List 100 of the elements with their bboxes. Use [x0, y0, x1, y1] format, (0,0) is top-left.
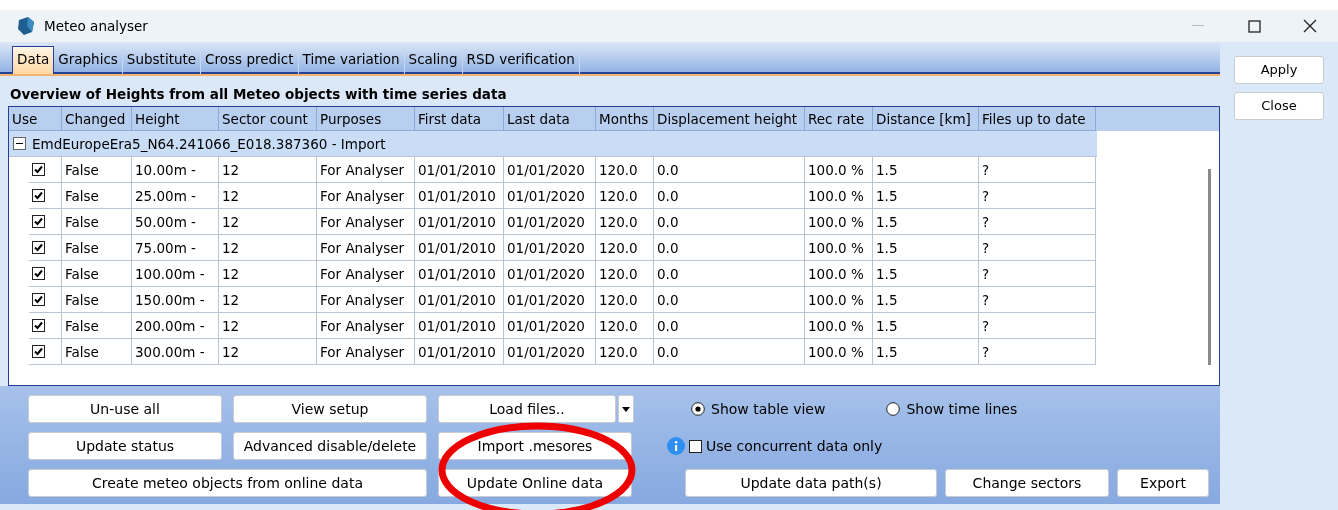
action-button[interactable]: Create meteo objects from online data	[28, 469, 427, 498]
checkbox[interactable]	[689, 439, 702, 453]
table-cell: 100.0 %	[805, 339, 873, 366]
table-cell: 01/01/2020	[504, 157, 596, 184]
table-cell: 75.00m -	[132, 235, 219, 262]
table-cell: For Analyser	[317, 157, 415, 184]
table-cell: 01/01/2010	[415, 313, 504, 340]
checkbox[interactable]	[32, 163, 45, 177]
table-cell: For Analyser	[317, 339, 415, 366]
radio-button[interactable]	[691, 402, 705, 417]
table-cell: 200.00m -	[132, 313, 219, 340]
table-cell: 01/01/2010	[415, 209, 504, 236]
app-logo-icon	[16, 16, 36, 36]
table-cell: 12	[219, 313, 317, 340]
table-cell: 100.0 %	[805, 313, 873, 340]
table-cell: 01/01/2010	[415, 261, 504, 288]
dropdown-button[interactable]	[618, 395, 634, 424]
action-button[interactable]: Update data path(s)	[685, 469, 937, 498]
table-cell: 01/01/2020	[504, 235, 596, 262]
table-cell: False	[62, 209, 132, 236]
table-cell: 1.5	[873, 209, 979, 236]
table-cell: 0.0	[654, 313, 805, 340]
radio-button[interactable]	[886, 402, 901, 417]
table-cell: 1.5	[873, 157, 979, 184]
table-cell: 100.0 %	[805, 235, 873, 262]
table-cell: 12	[219, 235, 317, 262]
load-files-button[interactable]: Load files..	[438, 395, 616, 424]
table-cell: False	[62, 235, 132, 262]
radio-label[interactable]: Show table view	[711, 398, 826, 420]
checkbox[interactable]	[32, 319, 45, 333]
table-cell: 01/01/2020	[504, 313, 596, 340]
radio-label[interactable]: Show time lines	[906, 398, 1018, 420]
tab[interactable]: Cross predict	[201, 46, 299, 74]
table-cell: ?	[979, 261, 1096, 288]
table-cell: ?	[979, 339, 1096, 366]
tab[interactable]: Scaling	[404, 46, 463, 74]
table-cell: 12	[219, 209, 317, 236]
table-cell: 12	[219, 261, 317, 288]
table-cell: 01/01/2020	[504, 339, 596, 366]
table-cell: False	[62, 261, 132, 288]
table-cell: 01/01/2020	[504, 287, 596, 314]
apply-button[interactable]: Apply	[1234, 56, 1324, 84]
table-cell: 25.00m -	[132, 183, 219, 210]
table-cell: For Analyser	[317, 235, 415, 262]
table-cell: 120.0	[596, 339, 654, 366]
table-cell: 01/01/2010	[415, 157, 504, 184]
table-cell: 150.00m -	[132, 287, 219, 314]
action-button[interactable]: Update status	[28, 432, 222, 461]
checkbox[interactable]	[32, 345, 45, 359]
collapse-icon[interactable]	[13, 137, 26, 151]
table-cell: 100.0 %	[805, 261, 873, 288]
table-cell: ?	[979, 157, 1096, 184]
table-cell: 0.0	[654, 209, 805, 236]
action-button[interactable]: Export	[1117, 469, 1209, 498]
table-cell: For Analyser	[317, 261, 415, 288]
checkbox[interactable]	[32, 267, 45, 281]
table-cell: 120.0	[596, 183, 654, 210]
checkbox[interactable]	[32, 293, 45, 307]
table-cell: 10.00m -	[132, 157, 219, 184]
table-cell: 12	[219, 287, 317, 314]
table-cell: False	[62, 287, 132, 314]
checkbox-label[interactable]: Use concurrent data only	[706, 435, 883, 457]
action-button[interactable]: View setup	[233, 395, 427, 424]
table-cell: 120.0	[596, 157, 654, 184]
tab[interactable]: Data	[12, 46, 55, 74]
table-cell: 1.5	[873, 339, 979, 366]
tab[interactable]: Graphics	[54, 46, 123, 74]
table-cell: 0.0	[654, 339, 805, 366]
table-cell: 1.5	[873, 235, 979, 262]
table-cell: ?	[979, 287, 1096, 314]
table-cell: ?	[979, 183, 1096, 210]
table-cell: 120.0	[596, 313, 654, 340]
action-button[interactable]: Un-use all	[28, 395, 222, 424]
table-cell: 01/01/2010	[415, 183, 504, 210]
table-cell: 01/01/2010	[415, 339, 504, 366]
table-cell: 120.0	[596, 235, 654, 262]
table-cell: 12	[219, 339, 317, 366]
maximize-icon[interactable]	[1247, 19, 1261, 33]
action-button[interactable]: Advanced disable/delete	[233, 432, 427, 461]
tab[interactable]: RSD verification	[462, 46, 580, 74]
table-cell: 01/01/2020	[504, 183, 596, 210]
checkbox[interactable]	[32, 189, 45, 203]
action-button[interactable]: Change sectors	[945, 469, 1109, 498]
table-cell: 0.0	[654, 235, 805, 262]
close-dialog-button[interactable]: Close	[1234, 92, 1324, 120]
table-cell: 120.0	[596, 209, 654, 236]
table-cell: 0.0	[654, 261, 805, 288]
action-button[interactable]: Update Online data	[438, 469, 632, 498]
table-cell: For Analyser	[317, 313, 415, 340]
checkbox[interactable]	[32, 215, 45, 229]
checkbox[interactable]	[32, 241, 45, 255]
table-cell: ?	[979, 235, 1096, 262]
table-cell: 120.0	[596, 261, 654, 288]
window-title: Meteo analyser	[44, 16, 148, 36]
scrollbar[interactable]	[1208, 169, 1211, 366]
tab[interactable]: Time variation	[298, 46, 405, 74]
tab[interactable]: Substitute	[122, 46, 202, 74]
table-cell: 12	[219, 183, 317, 210]
close-icon[interactable]	[1303, 19, 1317, 33]
table-cell: False	[62, 183, 132, 210]
